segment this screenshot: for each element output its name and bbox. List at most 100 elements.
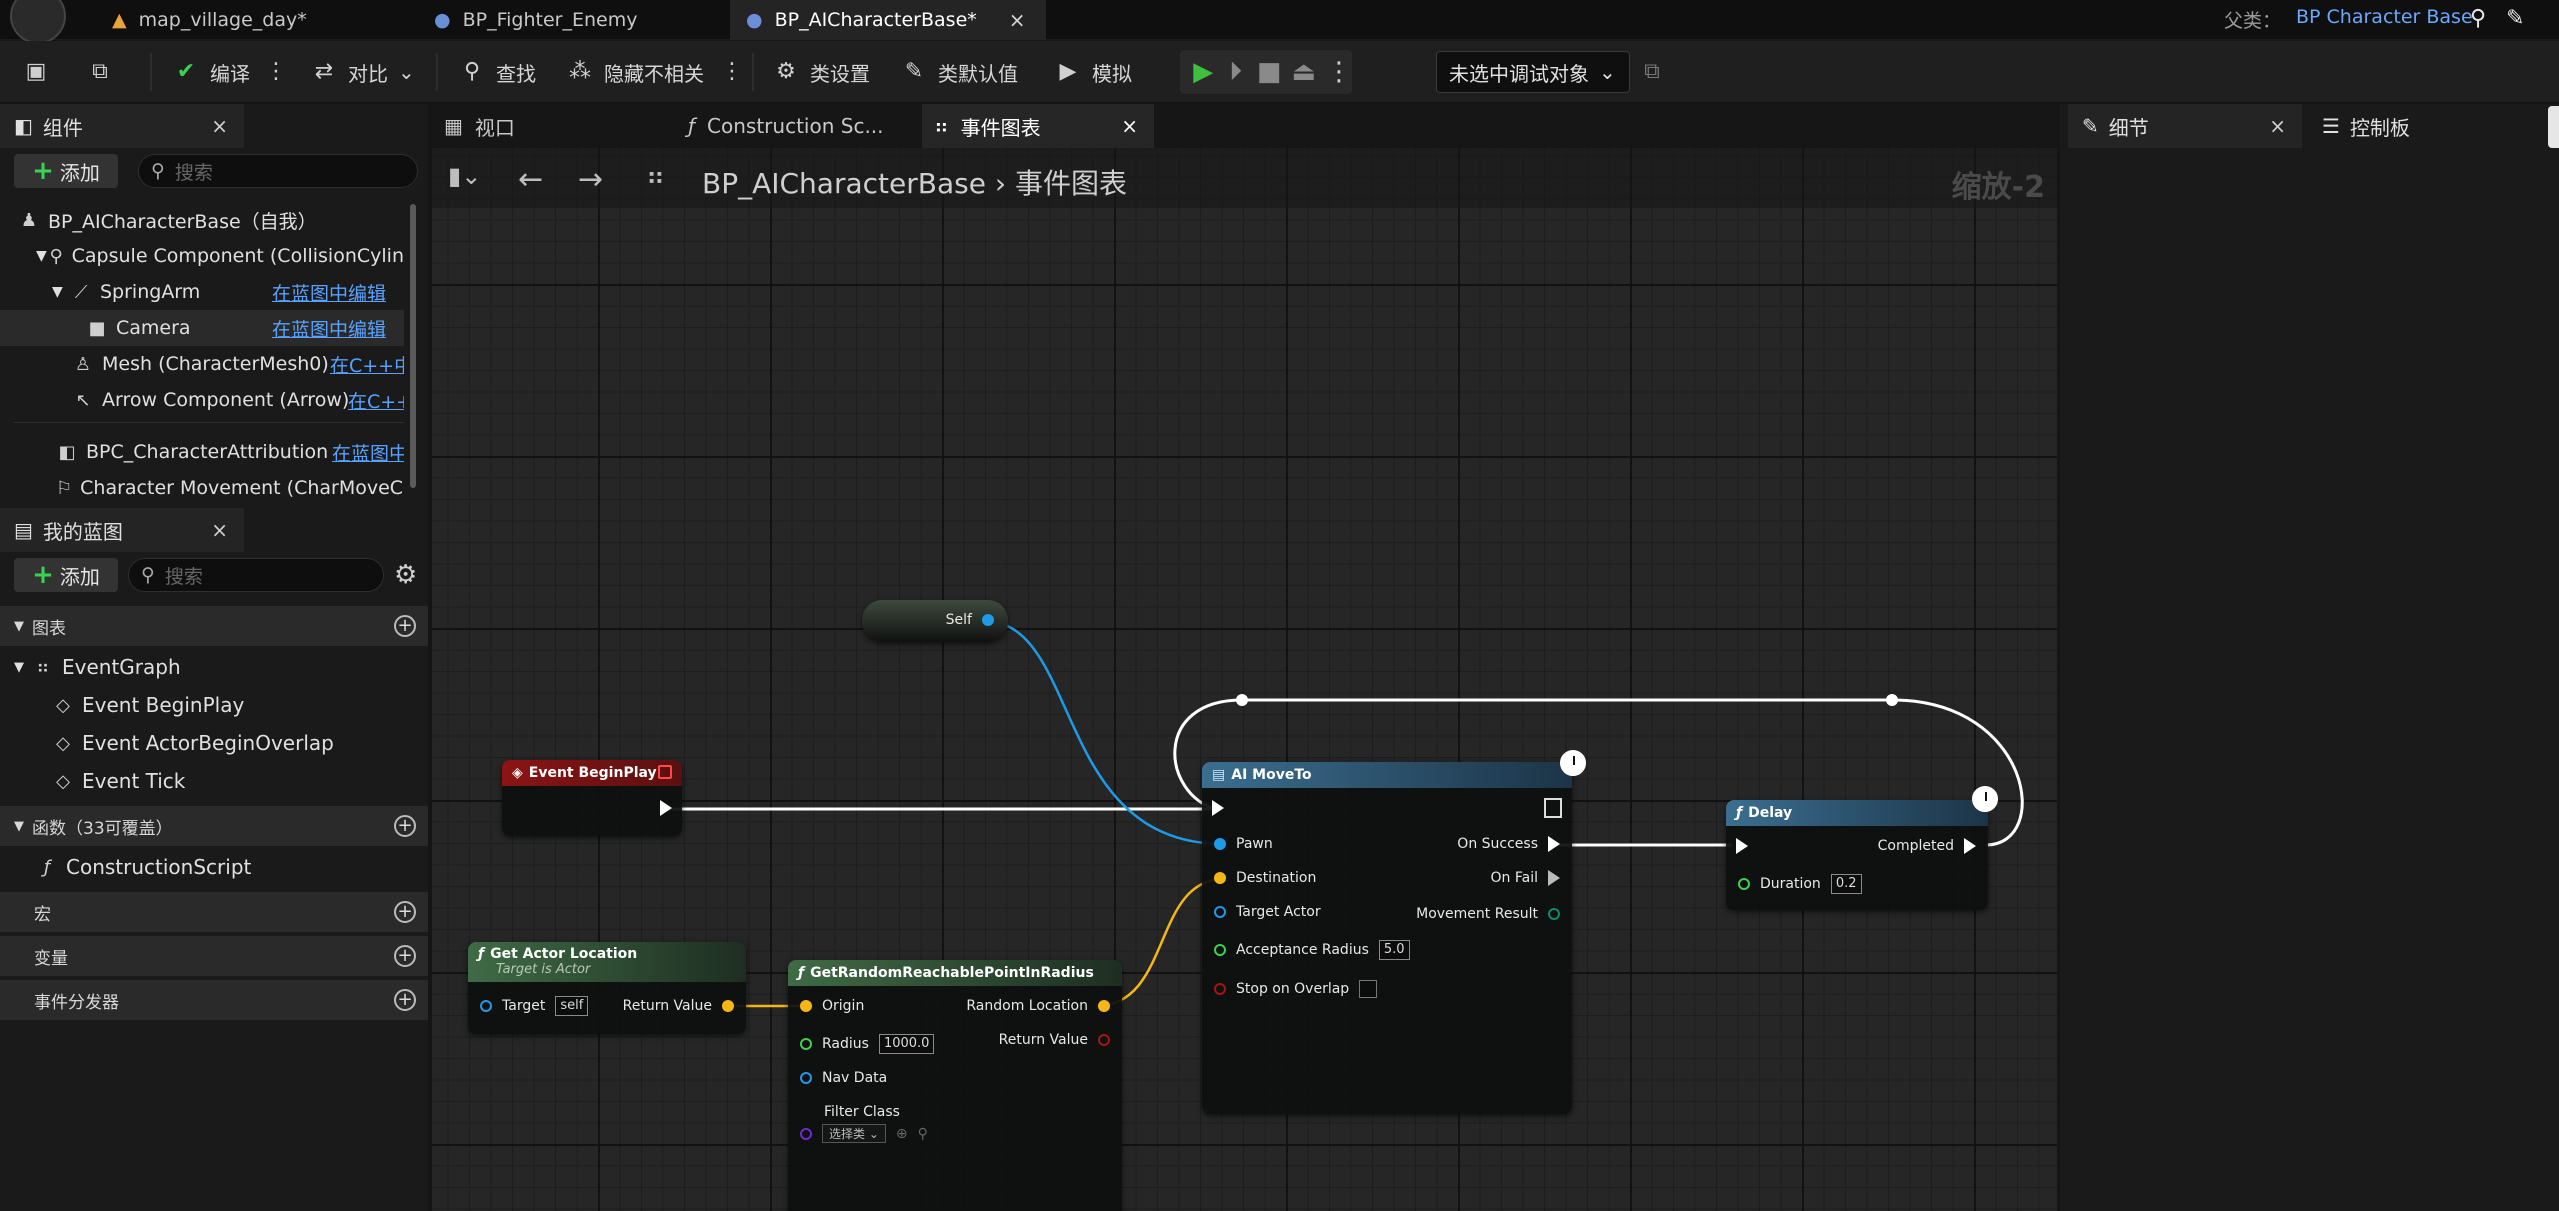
compile-options-button[interactable]: ⋮ <box>262 53 290 91</box>
my-blueprint-search-input[interactable]: ⚲ 搜索 <box>128 558 384 592</box>
random-location-pin[interactable]: Random Location <box>966 998 1110 1014</box>
stop-on-overlap-checkbox[interactable] <box>1359 980 1378 998</box>
edit-in-cpp-link[interactable]: 在C++ <box>348 387 404 414</box>
macros-section-header[interactable]: 宏 + <box>0 892 428 932</box>
stop-icon[interactable]: ■ <box>1257 57 1282 87</box>
get-actor-location-node[interactable]: ƒ Get Actor Location Target is Actor Tar… <box>468 942 746 1034</box>
on-fail-pin[interactable]: On Fail <box>1491 870 1560 886</box>
add-dispatcher-icon[interactable]: + <box>394 989 416 1011</box>
self-output-pin[interactable]: Self <box>946 612 994 628</box>
breadcrumb-root[interactable]: BP_AICharacterBase <box>702 167 986 200</box>
filter-class-select[interactable]: 选择类 ⌄ <box>822 1124 886 1143</box>
details-panel-tab[interactable]: ✎ 细节 × <box>2068 104 2302 148</box>
add-member-button[interactable]: + 添加 <box>14 558 118 592</box>
debug-filter-button[interactable]: ⧉ <box>1638 53 1666 91</box>
panel-edge-handle[interactable] <box>2548 106 2559 148</box>
tab-construction-script[interactable]: ƒ Construction Sc... <box>676 104 912 148</box>
edit-in-blueprint-link[interactable]: 在蓝图中编辑 <box>272 279 386 306</box>
my-blueprint-panel-tab[interactable]: ▤ 我的蓝图 × <box>0 508 244 552</box>
event-beginplay-item[interactable]: ◇ Event BeginPlay <box>0 686 428 724</box>
exec-out-pin[interactable] <box>1544 798 1562 818</box>
tab-event-graph[interactable]: ⠶ 事件图表 × <box>922 104 1154 148</box>
console-panel-tab[interactable]: ☰ 控制板 <box>2308 104 2488 148</box>
component-arrow[interactable]: ↖ Arrow Component (Arrow) 在C++ <box>0 382 404 418</box>
debug-target-select[interactable]: 未选中调试对象 ⌄ <box>1436 51 1630 93</box>
add-component-button[interactable]: + 添加 <box>14 154 118 188</box>
component-character-movement[interactable]: ⚐ Character Movement (CharMoveCo <box>0 470 404 506</box>
construction-script-item[interactable]: ƒ ConstructionScript <box>0 848 428 886</box>
back-arrow-icon[interactable]: ← <box>518 162 543 197</box>
simulate-button[interactable]: ▶ 模拟 <box>1054 53 1132 91</box>
save-button[interactable]: ▣ <box>22 53 50 91</box>
add-function-icon[interactable]: + <box>394 815 416 837</box>
parent-class-link[interactable]: BP Character Base <box>2296 6 2473 28</box>
on-success-pin[interactable]: On Success <box>1457 836 1560 852</box>
self-node[interactable]: Self <box>862 600 1008 642</box>
origin-pin[interactable]: Origin <box>800 998 864 1014</box>
event-actorbeginoverlap-item[interactable]: ◇ Event ActorBeginOverlap <box>0 724 428 762</box>
get-random-reachable-point-node[interactable]: ƒ GetRandomReachablePointInRadius Origin… <box>788 960 1122 1211</box>
component-mesh[interactable]: ♙ Mesh (CharacterMesh0) 在C++中 <box>0 346 404 382</box>
stop-on-overlap-pin[interactable]: Stop on Overlap <box>1214 980 1378 998</box>
add-macro-icon[interactable]: + <box>394 901 416 923</box>
exec-out-pin[interactable] <box>660 800 672 816</box>
close-icon[interactable]: × <box>1121 114 1138 138</box>
component-springarm[interactable]: ▼ ⟋ SpringArm 在蓝图中编辑 <box>0 274 404 310</box>
forward-arrow-icon[interactable]: → <box>578 162 603 197</box>
hide-options-button[interactable]: ⋮ <box>718 53 746 91</box>
add-graph-icon[interactable]: + <box>394 615 416 637</box>
unreal-logo-icon[interactable] <box>10 0 66 44</box>
tab-bp-fighter-enemy[interactable]: ● BP_Fighter_Enemy <box>418 0 653 40</box>
radius-pin[interactable]: Radius 1000.0 <box>800 1034 935 1054</box>
close-icon[interactable]: × <box>211 114 228 138</box>
graphs-section-header[interactable]: ▼ 图表 + <box>0 606 428 646</box>
search-icon[interactable]: ⚲ <box>2470 6 2486 31</box>
component-camera[interactable]: ■ Camera 在蓝图中编辑 <box>0 310 404 346</box>
duration-pin[interactable]: Duration 0.2 <box>1738 874 1862 894</box>
exec-in-pin[interactable] <box>1736 838 1748 854</box>
tab-viewport[interactable]: ▦ 视口 <box>432 104 662 148</box>
close-tab-icon[interactable]: × <box>1009 8 1026 32</box>
component-root[interactable]: ♟ BP_AICharacterBase（自我） <box>0 202 404 238</box>
target-value[interactable]: self <box>555 996 589 1016</box>
pawn-pin[interactable]: Pawn <box>1214 836 1273 852</box>
diff-button[interactable]: ⇄ 对比 ⌄ <box>310 53 415 91</box>
components-scrollbar[interactable] <box>410 204 416 488</box>
edit-in-cpp-link[interactable]: 在C++中 <box>330 351 404 378</box>
browse-button[interactable]: ⧉ <box>86 53 114 91</box>
target-actor-pin[interactable]: Target Actor <box>1214 904 1321 920</box>
edit-in-blueprint-link[interactable]: 在蓝图中 <box>332 439 404 466</box>
variables-section-header[interactable]: 变量 + <box>0 936 428 976</box>
delegate-pin-icon[interactable] <box>658 765 672 779</box>
acceptance-radius-value[interactable]: 5.0 <box>1378 940 1410 960</box>
dispatchers-section-header[interactable]: 事件分发器 + <box>0 980 428 1020</box>
tab-map-village-day[interactable]: ▲ map_village_day* <box>96 0 323 40</box>
radius-value[interactable]: 1000.0 <box>878 1034 935 1054</box>
tab-bp-aicharacterbase[interactable]: ● BP_AICharacterBase* × <box>730 0 1046 40</box>
completed-pin[interactable]: Completed <box>1878 838 1976 854</box>
destination-pin[interactable]: Destination <box>1214 870 1316 886</box>
components-search-input[interactable]: ⚲ 搜索 <box>138 154 418 188</box>
ai-moveto-node[interactable]: ▤ AI MoveTo Pawn Destination Target Acto… <box>1202 762 1572 1114</box>
event-graph-item[interactable]: ▼ ⠶ EventGraph <box>0 648 428 686</box>
more-vertical-icon[interactable]: ⋮ <box>1326 57 1352 87</box>
add-variable-icon[interactable]: + <box>394 945 416 967</box>
close-icon[interactable]: × <box>211 518 228 542</box>
event-beginplay-node[interactable]: ◈ Event BeginPlay <box>502 760 682 836</box>
compile-button[interactable]: ✔ 编译 <box>172 53 250 91</box>
filter-class-pin[interactable]: 选择类 ⌄ ⊕ ⚲ <box>800 1124 928 1143</box>
delay-node[interactable]: ƒ Delay Completed Duration 0.2 <box>1726 800 1988 910</box>
step-icon[interactable]: ⏵ <box>1224 57 1246 87</box>
clear-icon[interactable]: ⊕ <box>896 1126 908 1142</box>
movement-result-pin[interactable]: Movement Result <box>1416 906 1560 922</box>
search-icon[interactable]: ⚲ <box>918 1126 928 1142</box>
find-button[interactable]: ⚲ 查找 <box>458 53 536 91</box>
gear-icon[interactable]: ⚙ <box>394 560 417 590</box>
event-tick-item[interactable]: ◇ Event Tick <box>0 762 428 800</box>
nav-data-pin[interactable]: Nav Data <box>800 1070 887 1086</box>
hide-unrelated-button[interactable]: ⁂ 隐藏不相关 <box>566 53 704 91</box>
class-defaults-button[interactable]: ✎ 类默认值 <box>900 53 1018 91</box>
functions-section-header[interactable]: ▼ 函数（33可覆盖） + <box>0 806 428 846</box>
target-pin[interactable]: Target self <box>480 996 589 1016</box>
event-graph-canvas[interactable]: ▦ 视口 ƒ Construction Sc... ⠶ 事件图表 × ▮⌄ ← … <box>432 104 2057 1211</box>
